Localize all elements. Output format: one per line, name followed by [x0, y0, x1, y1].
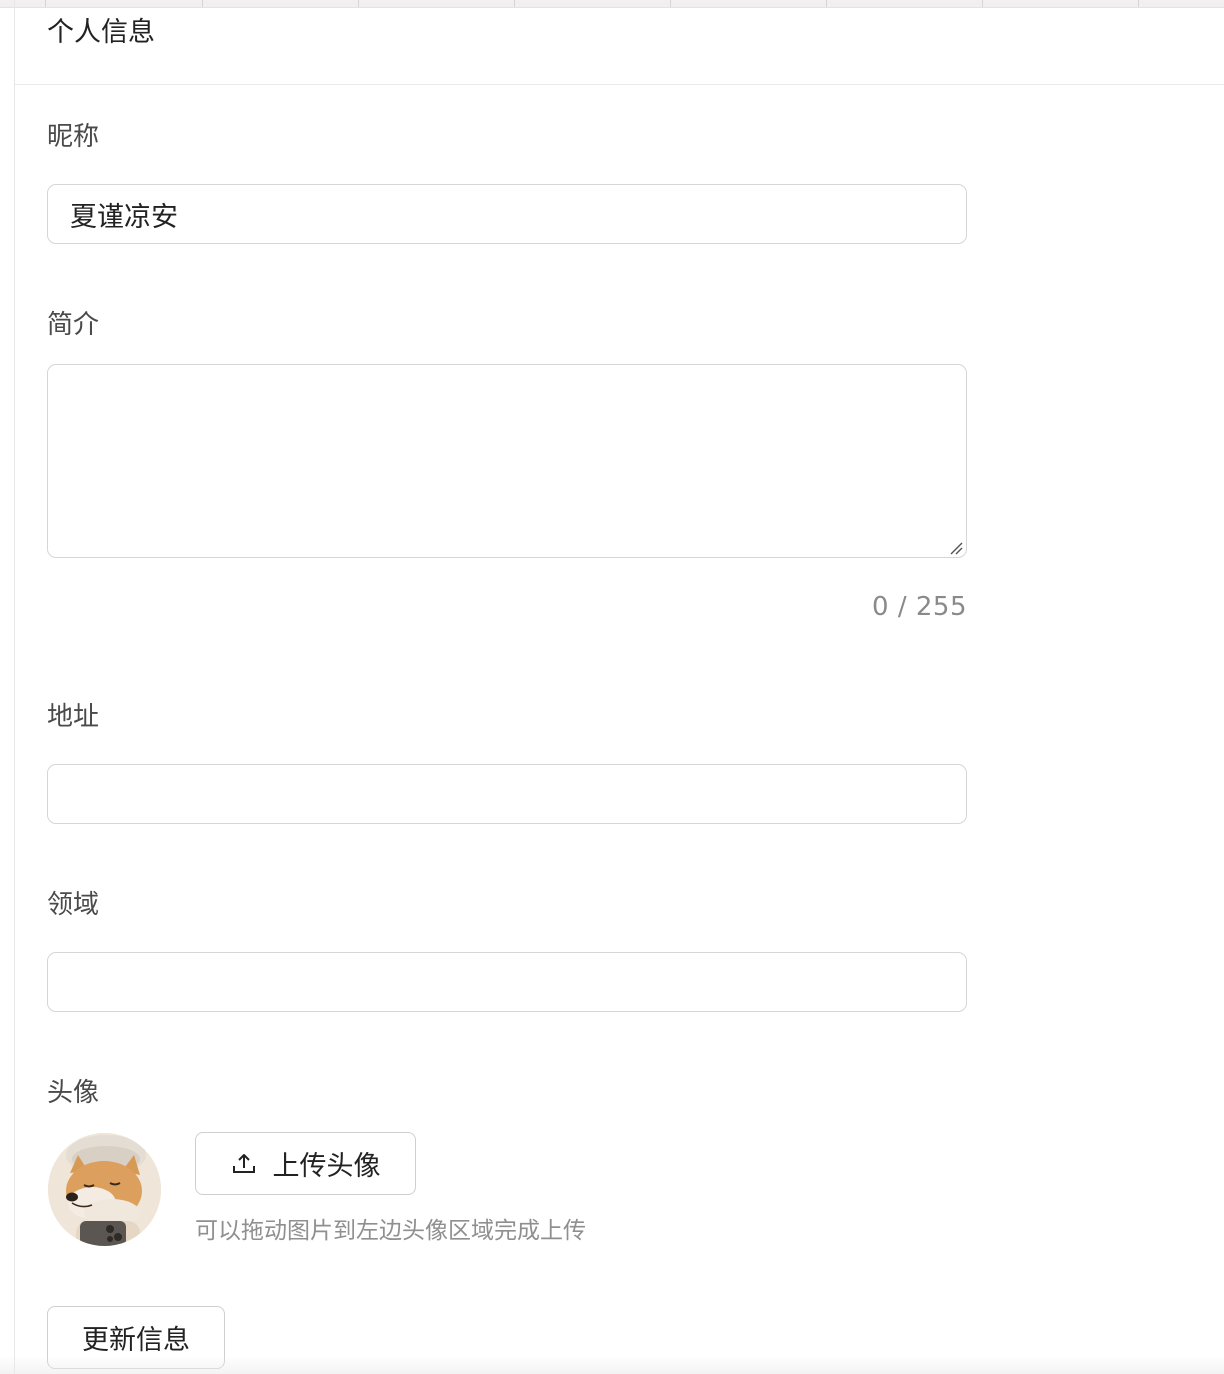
upload-icon — [232, 1153, 255, 1173]
avatar-hint: 可以拖动图片到左边头像区域完成上传 — [195, 1218, 586, 1244]
field-label: 领域 — [47, 890, 100, 920]
upload-avatar-button[interactable]: 上传头像 — [195, 1132, 416, 1195]
bio-char-counter: 0 / 255 — [872, 592, 967, 622]
avatar-image — [48, 1133, 161, 1246]
upload-avatar-label: 上传头像 — [272, 1151, 381, 1182]
update-info-button[interactable]: 更新信息 — [47, 1306, 225, 1369]
profile-card: 个人信息 昵称 简介 0 / 255 地址 领域 头像 — [15, 0, 1224, 1374]
field-input[interactable] — [47, 952, 967, 1012]
nickname-input[interactable] — [47, 184, 967, 244]
avatar-label: 头像 — [47, 1078, 100, 1108]
bio-label: 简介 — [47, 310, 100, 340]
bio-textarea[interactable] — [47, 364, 967, 558]
avatar[interactable] — [48, 1133, 161, 1246]
page-title: 个人信息 — [47, 17, 155, 48]
address-label: 地址 — [47, 702, 100, 732]
resize-handle-icon[interactable] — [949, 541, 963, 555]
nickname-label: 昵称 — [47, 122, 100, 152]
card-header: 个人信息 — [15, 8, 1224, 85]
address-input[interactable] — [47, 764, 967, 824]
